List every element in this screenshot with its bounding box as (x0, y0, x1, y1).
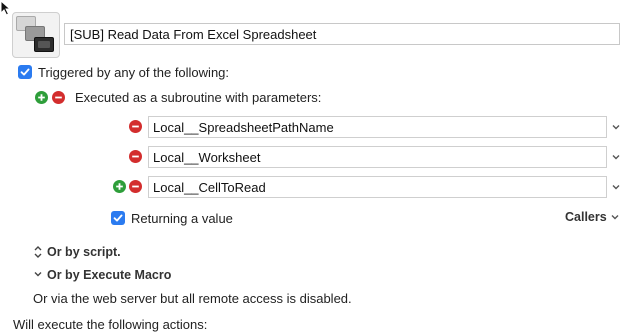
minus-icon (132, 185, 139, 188)
parameter-field[interactable]: Local__SpreadsheetPathName (148, 116, 607, 138)
remove-parameter-button[interactable] (129, 120, 142, 133)
add-trigger-button[interactable] (35, 91, 48, 104)
chevron-down-icon[interactable] (610, 212, 620, 222)
returning-value-label: Returning a value (131, 211, 233, 226)
or-by-execute-macro-toggle[interactable]: Or by Execute Macro (47, 267, 171, 283)
web-server-note: Or via the web server but all remote acc… (33, 291, 352, 306)
checkmark-icon (113, 214, 123, 222)
checkmark-icon (20, 68, 30, 76)
subroutine-trigger-label: Executed as a subroutine with parameters… (75, 90, 322, 105)
triggered-checkbox[interactable] (18, 65, 32, 79)
returning-value-checkbox[interactable] (111, 211, 125, 225)
chevron-down-icon[interactable] (33, 269, 43, 279)
or-by-script-toggle[interactable]: Or by script. (47, 244, 121, 260)
triggered-label: Triggered by any of the following: (38, 65, 230, 80)
mouse-cursor-icon (0, 0, 12, 16)
stack-layer-icon (34, 37, 54, 52)
macro-icon[interactable] (12, 12, 60, 58)
parameter-field[interactable]: Local__Worksheet (148, 146, 607, 168)
chevron-up-down-icon[interactable] (33, 245, 43, 259)
chevron-down-icon[interactable] (611, 182, 621, 192)
callers-label: Callers (565, 210, 607, 224)
plus-icon (38, 94, 45, 101)
parameter-field[interactable]: Local__CellToRead (148, 176, 607, 198)
actions-heading: Will execute the following actions: (13, 317, 208, 332)
plus-icon (116, 183, 123, 190)
callers-menu[interactable]: Callers (565, 209, 607, 225)
remove-parameter-button[interactable] (129, 180, 142, 193)
add-parameter-button[interactable] (113, 180, 126, 193)
minus-icon (132, 125, 139, 128)
macro-name-field[interactable]: [SUB] Read Data From Excel Spreadsheet (64, 23, 620, 45)
minus-icon (55, 96, 62, 99)
remove-trigger-button[interactable] (52, 91, 65, 104)
chevron-down-icon[interactable] (611, 152, 621, 162)
chevron-down-icon[interactable] (611, 122, 621, 132)
remove-parameter-button[interactable] (129, 150, 142, 163)
minus-icon (132, 155, 139, 158)
